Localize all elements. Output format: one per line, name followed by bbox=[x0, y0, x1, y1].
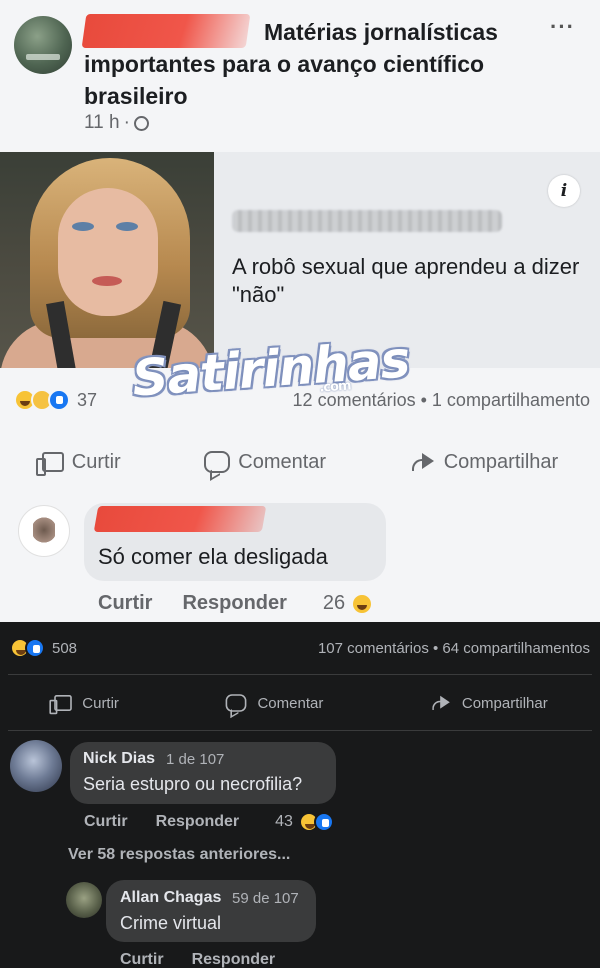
comment-position: 1 de 107 bbox=[166, 751, 225, 768]
thumbs-up-icon bbox=[35, 452, 64, 476]
like-label: Curtir bbox=[82, 694, 119, 712]
redacted-commenter-name bbox=[93, 506, 267, 532]
post-actions-dark: Curtir Comentar Compartilhar bbox=[0, 688, 600, 718]
comment-button[interactable]: Comentar bbox=[223, 692, 323, 714]
reaction-count[interactable]: 37 bbox=[77, 390, 97, 411]
reply-text: Crime virtual bbox=[120, 913, 222, 933]
link-title[interactable]: A robô sexual que aprendeu a dizer "não" bbox=[232, 253, 592, 309]
comment-reactions[interactable]: 43 bbox=[275, 812, 334, 832]
share-arrow-icon bbox=[410, 451, 436, 473]
post-actions: Curtir Comentar Compartilhar bbox=[0, 440, 600, 484]
comment-bubble-icon bbox=[226, 694, 247, 712]
comment-reaction-count: 43 bbox=[275, 813, 293, 830]
divider bbox=[8, 730, 592, 731]
reaction-icons[interactable] bbox=[14, 389, 70, 411]
info-icon[interactable]: i bbox=[548, 175, 580, 207]
comment-label: Comentar bbox=[238, 450, 327, 473]
comment-like-button[interactable]: Curtir bbox=[84, 813, 128, 831]
reply-avatar[interactable] bbox=[66, 882, 102, 918]
reply-like-button[interactable]: Curtir bbox=[120, 951, 164, 968]
replier-name[interactable]: Allan Chagas bbox=[120, 889, 221, 907]
watermark-suffix: .com bbox=[318, 378, 352, 396]
like-reaction-icon bbox=[48, 389, 70, 411]
comment-reaction-count: 26 bbox=[322, 592, 346, 614]
share-label: Compartilhar bbox=[443, 450, 559, 473]
haha-reaction-icon bbox=[351, 592, 374, 615]
comment-reply-button[interactable]: Responder bbox=[182, 592, 286, 615]
more-options-icon[interactable]: ··· bbox=[550, 14, 575, 40]
like-button[interactable]: Curtir bbox=[49, 693, 119, 715]
comment-text: Só comer ela desligada bbox=[98, 544, 328, 569]
like-reaction-icon bbox=[313, 812, 334, 832]
reply-position: 59 de 107 bbox=[232, 890, 299, 907]
page-avatar[interactable] bbox=[14, 16, 72, 74]
commenter-avatar[interactable] bbox=[18, 505, 70, 557]
comment-label: Comentar bbox=[257, 694, 324, 712]
post-meta: 11 h · bbox=[84, 112, 149, 134]
comment-text: Seria estupro ou necrofilia? bbox=[83, 774, 303, 794]
comment-reactions[interactable]: 26 bbox=[322, 592, 374, 615]
comment-bubble-icon bbox=[204, 451, 231, 473]
commenter-name[interactable]: Nick Dias bbox=[83, 750, 155, 768]
blurred-source-domain bbox=[232, 210, 502, 232]
comments-shares-count[interactable]: 107 comentários • 64 compartilhamentos bbox=[318, 640, 590, 657]
post-title: Matérias jornalísticas importantes para … bbox=[84, 19, 498, 109]
share-label: Compartilhar bbox=[461, 694, 548, 712]
comment-button[interactable]: Comentar bbox=[204, 451, 326, 474]
reply-actions: Curtir Responder bbox=[120, 951, 275, 968]
divider bbox=[8, 674, 592, 675]
comment-reply-button[interactable]: Responder bbox=[156, 813, 240, 831]
comment-actions: Curtir Responder 26 bbox=[98, 592, 374, 615]
globe-icon bbox=[133, 115, 149, 131]
commenter-avatar[interactable] bbox=[10, 740, 62, 792]
post-stats-dark: 508 107 comentários • 64 compartilhament… bbox=[10, 636, 590, 660]
share-button[interactable]: Compartilhar bbox=[410, 451, 558, 474]
share-arrow-icon bbox=[430, 694, 451, 712]
reaction-icons[interactable] bbox=[10, 638, 45, 658]
see-previous-replies-link[interactable]: Ver 58 respostas anteriores... bbox=[68, 846, 290, 864]
like-button[interactable]: Curtir bbox=[35, 450, 121, 476]
post-time[interactable]: 11 h bbox=[84, 112, 120, 134]
thumbs-up-icon bbox=[49, 695, 73, 715]
comment-actions: Curtir Responder 43 bbox=[84, 812, 334, 832]
like-reaction-icon bbox=[25, 638, 45, 658]
link-thumbnail[interactable] bbox=[0, 152, 214, 368]
comment-like-button[interactable]: Curtir bbox=[98, 592, 152, 615]
like-label: Curtir bbox=[71, 450, 121, 473]
reaction-count[interactable]: 508 bbox=[52, 640, 77, 657]
separator-dot: · bbox=[123, 112, 130, 133]
share-button[interactable]: Compartilhar bbox=[428, 692, 548, 714]
reply-reply-button[interactable]: Responder bbox=[192, 951, 276, 968]
